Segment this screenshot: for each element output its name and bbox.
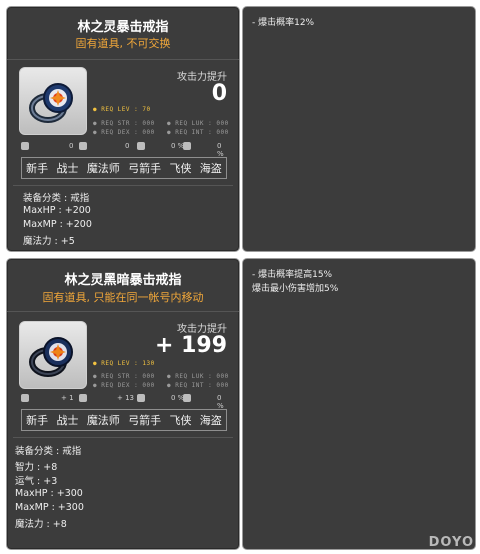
stat-line: 魔法力 : +5	[23, 236, 75, 247]
stat-line: MaxMP : +300	[15, 502, 84, 513]
hammer-icon	[137, 142, 145, 152]
req-luk: ● REQ LUK : 000	[167, 120, 229, 127]
stat-a-value: 0	[69, 142, 74, 150]
item-subtitle: 固有道具, 不可交换	[75, 37, 171, 50]
weapon-icon	[21, 142, 29, 152]
stat-d-value: 0 %	[217, 394, 224, 410]
job-beginner: 新手	[26, 414, 49, 427]
watermark: DOYO	[428, 535, 474, 550]
item-header: 林之灵黑暗暴击戒指 固有道具, 只能在同一帐号内移动	[7, 259, 239, 312]
ring-icon	[29, 83, 73, 123]
weapon-icon	[21, 394, 29, 404]
job-thief: 飞侠	[169, 414, 192, 427]
stat-b-value: 0	[125, 142, 130, 150]
req-level: ● REQ LEV : 70	[93, 106, 151, 113]
job-warrior: 战士	[56, 162, 79, 175]
stat-b-value: + 13	[117, 394, 134, 402]
job-magician: 魔法师	[86, 414, 120, 427]
hammer-icon	[137, 394, 145, 404]
ring-icon	[29, 337, 73, 377]
divider	[13, 185, 233, 186]
stat-line: 魔法力 : +8	[15, 519, 67, 530]
req-str: ● REQ STR : 000	[93, 373, 155, 380]
equip-category: 装备分类 : 戒指	[23, 193, 90, 204]
divider	[13, 437, 233, 438]
star-icon	[183, 394, 191, 404]
stat-line: 运气 : +3	[15, 476, 58, 487]
item-card-2: 林之灵黑暗暴击戒指 固有道具, 只能在同一帐号内移动 攻击力提升 + 199 ●…	[6, 258, 240, 550]
job-pirate: 海盗	[199, 162, 222, 175]
job-bowman: 弓箭手	[128, 162, 162, 175]
stat-d-value: 0 %	[217, 142, 224, 158]
req-dex: ● REQ DEX : 000	[93, 382, 155, 389]
req-int: ● REQ INT : 000	[167, 129, 229, 136]
item-header: 林之灵暴击戒指 固有道具, 不可交换	[7, 7, 239, 60]
job-class-bar: 新手 战士 魔法师 弓箭手 飞侠 海盗	[21, 409, 227, 431]
tooltip-line: 爆击最小伤害增加5%	[252, 284, 339, 294]
job-thief: 飞侠	[169, 162, 192, 175]
stat-line: MaxHP : +200	[23, 205, 91, 216]
stat-line: MaxHP : +300	[15, 488, 83, 499]
tooltip-line: - 爆击概率12%	[252, 18, 315, 28]
stat-line: MaxMP : +200	[23, 219, 92, 230]
attack-boost-value: 0	[211, 81, 227, 106]
job-magician: 魔法师	[86, 162, 120, 175]
job-beginner: 新手	[26, 162, 49, 175]
req-level: ● REQ LEV : 130	[93, 360, 155, 367]
stat-icons-row: + 1 + 13 0 % 0 %	[21, 394, 227, 410]
req-str: ● REQ STR : 000	[93, 120, 155, 127]
equip-category: 装备分类 : 戒指	[15, 446, 82, 457]
star-icon	[183, 142, 191, 152]
stat-icons-row: 0 0 0 % 0 %	[21, 142, 227, 158]
tooltip-line: - 爆击概率提高15%	[252, 270, 333, 280]
shield-icon	[79, 394, 87, 404]
job-pirate: 海盗	[199, 414, 222, 427]
item-tooltip-1: - 爆击概率12%	[242, 6, 476, 252]
item-icon-box	[19, 67, 87, 135]
stat-a-value: + 1	[61, 394, 74, 402]
job-warrior: 战士	[56, 414, 79, 427]
item-icon-box	[19, 321, 87, 389]
item-card-1: 林之灵暴击戒指 固有道具, 不可交换 攻击力提升 0 ● REQ LEV : 7…	[6, 6, 240, 252]
item-subtitle: 固有道具, 只能在同一帐号内移动	[42, 291, 204, 304]
shield-icon	[79, 142, 87, 152]
req-luk: ● REQ LUK : 000	[167, 373, 229, 380]
item-tooltip-2: - 爆击概率提高15% 爆击最小伤害增加5%	[242, 258, 476, 550]
stat-line: 智力 : +8	[15, 462, 58, 473]
item-title: 林之灵黑暗暴击戒指	[64, 273, 182, 288]
attack-boost-value: + 199	[154, 333, 227, 358]
req-int: ● REQ INT : 000	[167, 382, 229, 389]
job-bowman: 弓箭手	[128, 414, 162, 427]
req-dex: ● REQ DEX : 000	[93, 129, 155, 136]
job-class-bar: 新手 战士 魔法师 弓箭手 飞侠 海盗	[21, 157, 227, 179]
item-title: 林之灵暴击戒指	[77, 20, 169, 35]
